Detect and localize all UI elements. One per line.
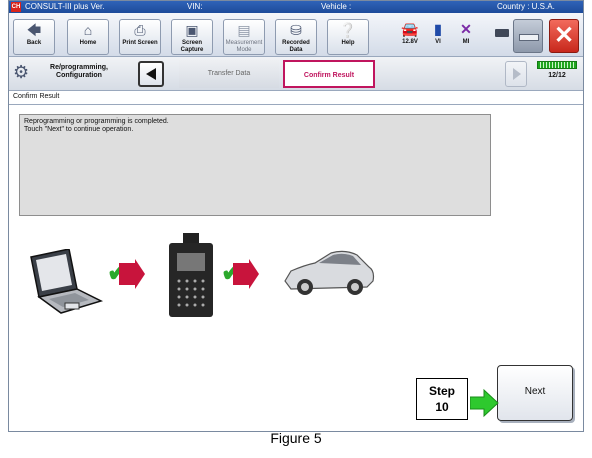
mi-status: ✕ MI [455,19,477,45]
reprogramming-icon: ⚙ [13,62,30,82]
mi-label: MI [462,39,470,45]
next-button[interactable]: Next [497,365,573,421]
toolbar: 🡄 Back ⌂ Home ⎙ Print Screen ▣ Screen Ca… [9,13,583,57]
consult-window: CH CONSULT-III plus Ver. VIN: Vehicle : … [8,0,584,432]
help-label: Help [341,40,355,46]
vehicle-icon [284,250,375,295]
breadcrumb: ⚙ Re/programming, Configuration Transfer… [9,57,583,91]
print-screen-label: Print Screen [122,40,158,46]
step-label: Step [428,384,455,398]
previous-step-button[interactable] [138,61,164,87]
car-icon: 🚘 [401,21,419,37]
message-box: Reprogramming or programming is complete… [19,114,491,216]
help-icon: ❔ [339,22,357,38]
vi-label: VI [435,39,441,45]
back-label: Back [26,40,42,46]
measurement-mode-label: Measurement Mode [225,40,263,53]
divider [9,104,583,105]
step-number: 10 [435,400,449,414]
progress-bar [537,61,577,69]
vi-status: ▮ VI [427,19,449,45]
mi-icon: ✕ [460,21,472,37]
recorded-data-label: Recorded Data [282,40,310,53]
help-button[interactable]: ❔ Help [327,19,369,55]
measurement-icon: ▤ [237,22,251,38]
recorded-data-button[interactable]: ⛁ Recorded Data [275,19,317,55]
vin-label: VIN: [187,2,203,11]
app-version: CONSULT-III plus Ver. [25,2,105,11]
title-bar: CH CONSULT-III plus Ver. VIN: Vehicle : … [9,1,583,13]
connection-graphic: ✔ ✔ [19,229,379,325]
battery-icon [495,29,509,37]
voltage-status: 🚘 12.8V [399,19,421,45]
back-icon: 🡄 [26,22,42,38]
home-label: Home [79,40,97,46]
step-callout: Step 10 [416,378,468,420]
step-transfer-data[interactable]: Transfer Data [179,60,279,88]
home-button[interactable]: ⌂ Home [67,19,109,55]
home-icon: ⌂ [83,22,93,38]
laptop-icon [30,249,104,314]
screen-capture-button[interactable]: ▣ Screen Capture [171,19,213,55]
message-line: Touch "Next" to continue operation. [24,126,134,133]
close-icon: ✕ [553,22,575,49]
progress-indicator: 12/12 [535,61,579,87]
arrow-icon [233,259,259,289]
camera-icon: ▣ [185,22,199,38]
section-label: Re/programming, Configuration [50,64,108,79]
app-logo-icon: CH [11,2,21,12]
minimize-button[interactable] [513,19,543,53]
vi-icon: ▮ [434,21,442,37]
arrow-icon [119,259,145,289]
voltage-value: 12.8V [402,39,418,45]
recorded-data-icon: ⛁ [290,22,302,38]
printer-icon: ⎙ [134,22,146,38]
step-arrow-icon [470,388,499,418]
vi-unit-icon [169,233,213,317]
country-label: Country : U.S.A. [497,2,555,11]
breadcrumb-section: ⚙ Re/programming, Configuration [13,60,133,88]
back-button[interactable]: 🡄 Back [13,19,55,55]
next-step-arrow [505,61,527,87]
page-title: Confirm Result [13,93,60,100]
print-screen-button[interactable]: ⎙ Print Screen [119,19,161,55]
figure-caption: Figure 5 [270,430,322,446]
measurement-mode-button[interactable]: ▤ Measurement Mode [223,19,265,55]
step-confirm-result: Confirm Result [283,60,375,88]
close-button[interactable]: ✕ [549,19,579,53]
message-line: Reprogramming or programming is complete… [24,118,169,125]
screen-capture-label: Screen Capture [180,40,204,53]
progress-count: 12/12 [548,72,566,79]
vehicle-label: Vehicle : [321,2,352,11]
